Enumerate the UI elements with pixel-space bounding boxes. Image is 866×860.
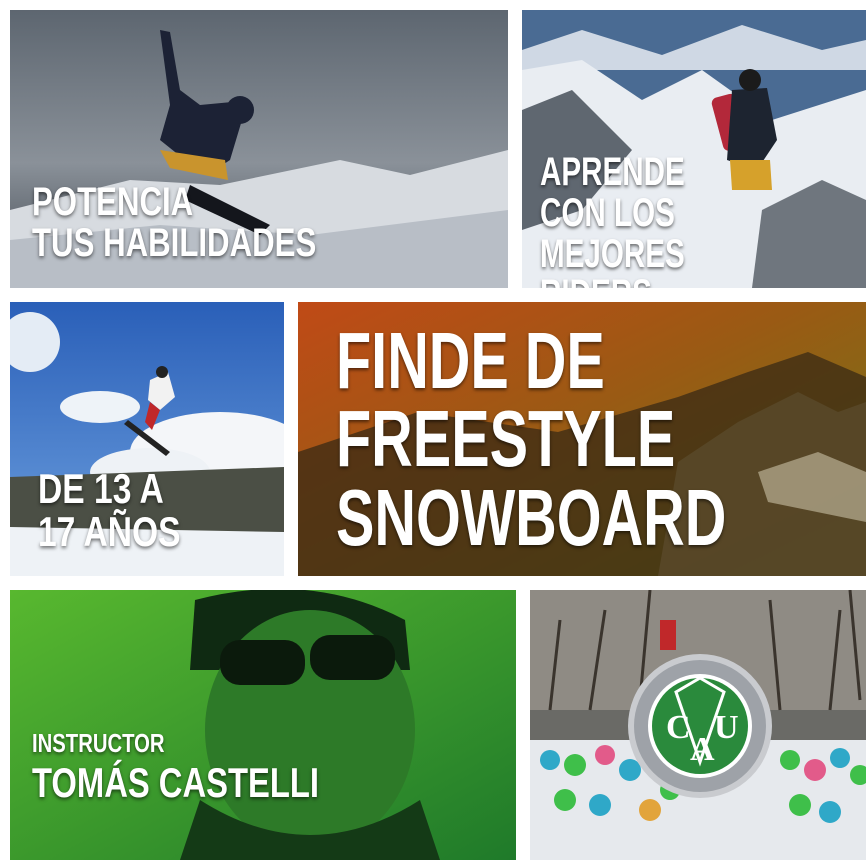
club-logo: C A U (628, 654, 772, 798)
caption-line: DE 13 A (38, 465, 164, 512)
panel-edad: DE 13 A 17 AÑOS (10, 302, 284, 576)
panel-club: C A U (530, 590, 866, 860)
caption-line: RIDERS (540, 274, 781, 288)
caption-potencia: POTENCIA TUS HABILIDADES (32, 182, 316, 264)
instructor-portrait (10, 590, 516, 860)
caption-line: APRENDE (540, 150, 685, 194)
instructor-name: TOMÁS CASTELLI (32, 759, 319, 806)
logo-letter: U (714, 709, 739, 746)
panel-potencia: POTENCIA TUS HABILIDADES (10, 10, 508, 288)
panel-title: FINDE DE FREESTYLE SNOWBOARD (298, 302, 866, 576)
caption-line: POTENCIA (32, 180, 194, 224)
title-line: SNOWBOARD (336, 472, 727, 562)
panel-aprende: APRENDE CON LOS MEJORES RIDERS (522, 10, 866, 288)
caption-line: TUS HABILIDADES (32, 220, 317, 265)
title-line: FINDE DE (336, 316, 605, 405)
event-title: FINDE DE FREESTYLE SNOWBOARD (336, 316, 727, 562)
caption-line: 17 AÑOS (38, 507, 181, 555)
panel-instructor: INSTRUCTOR TOMÁS CASTELLI (10, 590, 516, 860)
logo-letter: A (690, 731, 715, 768)
caption-aprende: APRENDE CON LOS MEJORES RIDERS (540, 152, 781, 288)
caption-edad: DE 13 A 17 AÑOS (38, 465, 181, 555)
logo-letter: C (666, 709, 691, 746)
instructor-role: INSTRUCTOR (32, 728, 165, 758)
title-line: FREESTYLE (336, 394, 676, 484)
caption-line: CON LOS MEJORES (540, 190, 685, 276)
